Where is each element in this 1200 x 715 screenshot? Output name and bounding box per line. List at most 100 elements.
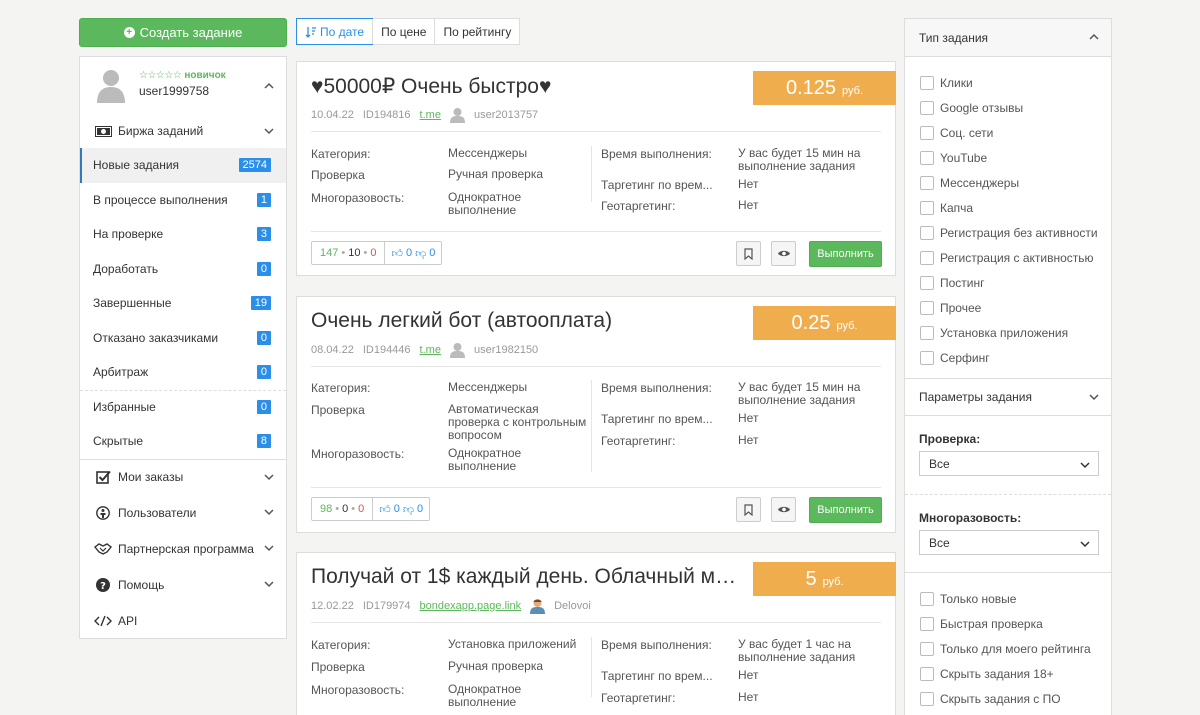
- checkbox[interactable]: [920, 641, 934, 656]
- task-author[interactable]: user2013757: [474, 109, 538, 121]
- filter-checkbox[interactable]: Серфинг: [905, 345, 1111, 370]
- checkbox[interactable]: [920, 125, 934, 140]
- preview-button[interactable]: [771, 497, 796, 522]
- execute-button[interactable]: Выполнить: [809, 241, 882, 267]
- filter-params-header[interactable]: Параметры задания: [905, 378, 1111, 416]
- checkbox-label: Только новые: [940, 591, 1017, 606]
- reuse-value: Однократное выполнение: [448, 682, 522, 709]
- filter-checkbox[interactable]: Прочее: [905, 295, 1111, 320]
- filter-checkbox[interactable]: Скрыть задания с ПО: [905, 686, 1111, 711]
- count-badge: 0: [256, 365, 271, 380]
- filter-checkbox[interactable]: Установка приложения: [905, 320, 1111, 345]
- task-author[interactable]: Delovoi: [554, 600, 591, 612]
- checkbox[interactable]: [920, 175, 934, 190]
- task-link[interactable]: t.me: [420, 344, 441, 356]
- menu-users[interactable]: Пользователи: [80, 495, 286, 531]
- task-title[interactable]: Получай от 1$ каждый день. Облачный майн…: [311, 565, 741, 589]
- checkbox[interactable]: [920, 666, 934, 681]
- sidebar-item-rejected[interactable]: Отказано заказчиками 0: [80, 321, 286, 356]
- sidebar-item-arbitration[interactable]: Арбитраж 0: [80, 355, 286, 390]
- filter-checkbox[interactable]: Быстрая проверка: [905, 611, 1111, 636]
- task-meta: 12.02.22 ID179974 bondexapp.page.link De…: [311, 598, 591, 614]
- sidebar-item-hidden[interactable]: Скрытые 8: [80, 424, 286, 459]
- sidebar-item-completed[interactable]: Завершенные 19: [80, 286, 286, 321]
- count-badge: 3: [256, 227, 271, 242]
- user-rank: ☆☆☆☆☆ новичок: [139, 70, 226, 81]
- chevron-down-icon: [264, 473, 274, 480]
- sidebar-item-favorites[interactable]: Избранные 0: [80, 389, 286, 425]
- filter-checkbox[interactable]: Регистрация без активности: [905, 220, 1111, 245]
- menu-api[interactable]: API: [80, 603, 286, 639]
- filter-checkbox[interactable]: Капча: [905, 195, 1111, 220]
- targeting-time-value: Нет: [738, 177, 759, 191]
- check-value: Ручная проверка: [448, 167, 544, 181]
- sort-by-rating[interactable]: По рейтингу: [434, 19, 519, 44]
- task-link[interactable]: bondexapp.page.link: [420, 600, 522, 612]
- category-value: Мессенджеры: [448, 146, 528, 160]
- bookmark-button[interactable]: [736, 497, 761, 522]
- user-block[interactable]: ☆☆☆☆☆ новичок user1999758: [80, 57, 286, 114]
- task-id: ID194446: [362, 344, 411, 356]
- reuse-select[interactable]: Все: [919, 530, 1099, 555]
- filter-checkbox[interactable]: Соц. сети: [905, 120, 1111, 145]
- sidebar-item-new[interactable]: Новые задания 2574: [80, 148, 286, 183]
- chevron-down-icon: [1089, 394, 1099, 401]
- checkbox[interactable]: [920, 691, 934, 706]
- filter-checkbox[interactable]: Постинг: [905, 270, 1111, 295]
- menu-my-orders[interactable]: Мои заказы: [80, 458, 286, 495]
- bookmark-button[interactable]: [736, 241, 761, 266]
- sidebar-item-label: Новые задания: [93, 158, 180, 173]
- check-value: Автоматическая проверка с контрольным во…: [448, 402, 587, 442]
- divider: [311, 487, 881, 488]
- checkbox[interactable]: [920, 100, 934, 115]
- task-author[interactable]: user1982150: [474, 344, 538, 356]
- menu-exchange[interactable]: Биржа заданий: [80, 114, 286, 148]
- category-value: Установка приложений: [448, 637, 577, 651]
- menu-partner[interactable]: Партнерская программа: [80, 531, 286, 567]
- checkbox[interactable]: [920, 75, 934, 90]
- task-link[interactable]: t.me: [420, 109, 441, 121]
- checkbox[interactable]: [920, 250, 934, 265]
- sidebar-item-in-progress[interactable]: В процессе выполнения 1: [80, 183, 286, 218]
- checkbox[interactable]: [920, 350, 934, 365]
- likes-count: 0: [393, 503, 400, 515]
- chevron-up-icon[interactable]: [264, 81, 274, 91]
- checkbox[interactable]: [920, 225, 934, 240]
- execute-button[interactable]: Выполнить: [809, 497, 882, 523]
- filter-checkbox[interactable]: Клики: [905, 70, 1111, 95]
- sidebar-item-label: В процессе выполнения: [93, 192, 228, 207]
- geo-label: Геотаргетинг:: [601, 434, 676, 448]
- filter-checkbox[interactable]: Только новые: [905, 586, 1111, 611]
- filter-type-header[interactable]: Тип задания: [905, 19, 1111, 56]
- checkbox-label: Быстрая проверка: [940, 616, 1043, 631]
- filter-checkbox[interactable]: Регистрация с активностью: [905, 245, 1111, 270]
- task-title[interactable]: ♥50000₽ Очень быстро♥: [311, 74, 741, 99]
- checkbox[interactable]: [920, 300, 934, 315]
- check-select[interactable]: Все: [919, 451, 1099, 476]
- checkbox-label: Клики: [940, 75, 973, 90]
- checkbox-label: Соц. сети: [940, 125, 994, 140]
- sidebar-item-review[interactable]: На проверке 3: [80, 217, 286, 252]
- checkbox[interactable]: [920, 325, 934, 340]
- checkbox[interactable]: [920, 150, 934, 165]
- checkbox[interactable]: [920, 616, 934, 631]
- filter-checkbox[interactable]: Скрыть задания 18+: [905, 661, 1111, 686]
- task-title[interactable]: Очень легкий бот (автооплата): [311, 309, 741, 333]
- checkbox-label: Скрыть задания 18+: [940, 666, 1054, 681]
- checkbox[interactable]: [920, 591, 934, 606]
- sort-by-price[interactable]: По цене: [372, 19, 434, 44]
- filter-checkbox[interactable]: YouTube: [905, 145, 1111, 170]
- time-label: Время выполнения:: [601, 381, 712, 395]
- progress-count: 0: [342, 503, 349, 515]
- preview-button[interactable]: [771, 241, 796, 266]
- chevron-down-icon: [264, 128, 274, 135]
- checkbox[interactable]: [920, 200, 934, 215]
- filter-checkbox[interactable]: Google отзывы: [905, 95, 1111, 120]
- filter-checkbox[interactable]: Мессенджеры: [905, 170, 1111, 195]
- checkbox[interactable]: [920, 275, 934, 290]
- menu-help[interactable]: ? Помощь: [80, 567, 286, 603]
- filter-checkbox[interactable]: Только для моего рейтинга: [905, 636, 1111, 661]
- create-task-button[interactable]: + Создать задание: [79, 18, 287, 47]
- sidebar-item-rework[interactable]: Доработать 0: [80, 252, 286, 287]
- sort-by-date[interactable]: По дате: [296, 18, 374, 45]
